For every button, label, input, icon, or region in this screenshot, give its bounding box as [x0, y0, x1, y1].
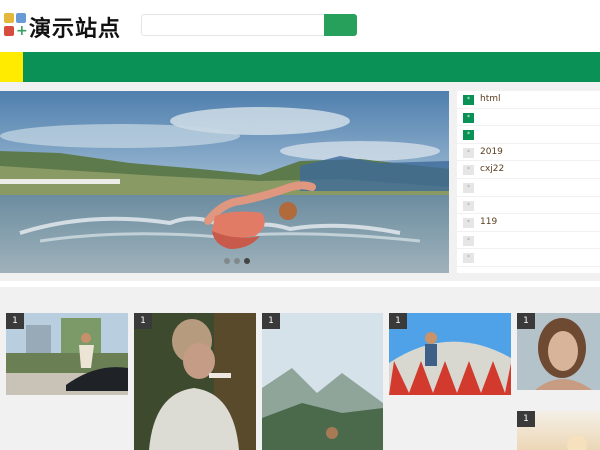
count-badge: 1 [134, 313, 152, 329]
side-list-item[interactable]: * [457, 179, 600, 197]
side-list-item[interactable]: * [457, 109, 600, 127]
badge-icon: * [463, 130, 474, 141]
count-badge: 1 [517, 313, 535, 329]
gallery-card[interactable]: 1 [262, 313, 383, 450]
badge-icon: * [463, 218, 474, 229]
side-list-item[interactable]: * html [457, 91, 600, 109]
slider-dots [224, 249, 254, 268]
slider-dot-active[interactable] [244, 258, 250, 264]
logo-icon[interactable]: + [4, 13, 28, 39]
side-list-item[interactable]: * 119 [457, 214, 600, 232]
gallery-card[interactable]: 1 [389, 313, 511, 395]
side-list-item[interactable]: * [457, 249, 600, 267]
count-badge: 1 [6, 313, 24, 329]
slider-dot[interactable] [234, 258, 240, 264]
side-list-label: 2019 [480, 146, 503, 157]
search-button[interactable] [324, 14, 357, 36]
side-list-label: cxj22 [480, 164, 505, 175]
badge-icon: * [463, 95, 474, 105]
side-list: * html * * * 2019 * cxj22 * * * 119 * * [457, 91, 600, 273]
badge-icon: * [463, 147, 474, 158]
banner-slider[interactable] [0, 91, 449, 273]
image-gallery: 1 1 1 1 1 1 [0, 300, 600, 450]
gallery-image [389, 313, 511, 395]
side-list-label: 119 [480, 217, 498, 228]
count-badge: 1 [389, 313, 407, 329]
side-list-item[interactable]: * [457, 232, 600, 250]
count-badge: 1 [262, 313, 280, 329]
side-list-label: html [480, 94, 501, 104]
badge-icon: * [463, 182, 474, 193]
side-list-item[interactable]: * 2019 [457, 144, 600, 162]
search-input[interactable] [141, 14, 325, 36]
gallery-card[interactable]: 1 [517, 313, 600, 390]
nav-bar [0, 52, 600, 82]
badge-icon: * [463, 200, 474, 211]
gallery-card[interactable]: 1 [517, 411, 600, 450]
badge-icon: * [463, 235, 474, 246]
side-list-item[interactable]: * [457, 126, 600, 144]
slider-dot[interactable] [224, 258, 230, 264]
section-divider [0, 281, 600, 287]
gallery-card[interactable]: 1 [134, 313, 256, 450]
badge-icon: * [463, 253, 474, 264]
gallery-image [134, 313, 256, 450]
gallery-image [262, 313, 383, 450]
count-badge: 1 [517, 411, 535, 427]
side-list-item[interactable]: * [457, 197, 600, 215]
nav-item-active[interactable] [0, 52, 23, 82]
gallery-card[interactable]: 1 [6, 313, 128, 395]
badge-icon: * [463, 165, 474, 176]
header: + 演示站点 [0, 0, 600, 52]
side-list-item[interactable]: * cxj22 [457, 161, 600, 179]
badge-icon: * [463, 112, 474, 123]
gallery-image [6, 313, 128, 395]
banner-image [0, 91, 449, 273]
site-title[interactable]: 演示站点 [29, 11, 121, 43]
